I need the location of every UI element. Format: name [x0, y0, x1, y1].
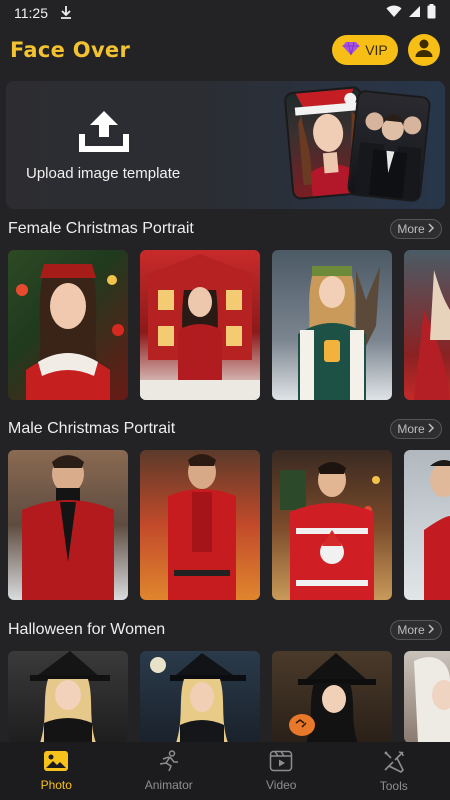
- more-button-male-christmas[interactable]: More: [390, 419, 442, 439]
- status-time: 11:25: [14, 5, 48, 21]
- chevron-right-icon: [427, 422, 435, 436]
- template-card[interactable]: [8, 651, 128, 743]
- vip-label: VIP: [365, 42, 388, 58]
- template-card[interactable]: [272, 651, 392, 743]
- template-card[interactable]: [140, 250, 260, 400]
- wifi-icon: [386, 5, 402, 21]
- battery-icon: [427, 4, 436, 22]
- runner-icon: [157, 750, 181, 775]
- nav-label: Photo: [40, 778, 72, 792]
- halloween-women-row: [8, 651, 450, 743]
- section-header-male-christmas: Male Christmas Portrait More: [8, 417, 442, 441]
- nav-tab-video[interactable]: Video: [225, 742, 338, 800]
- signal-icon: [408, 5, 421, 21]
- user-icon: [413, 37, 435, 64]
- template-card[interactable]: [140, 450, 260, 600]
- app-header: Face Over VIP: [0, 26, 450, 74]
- more-label: More: [397, 222, 425, 236]
- template-card[interactable]: [404, 250, 450, 400]
- upload-label: Upload image template: [26, 165, 181, 182]
- section-title: Male Christmas Portrait: [8, 420, 176, 437]
- image-icon: [43, 750, 69, 775]
- template-card[interactable]: [404, 450, 450, 600]
- more-button-halloween-women[interactable]: More: [390, 620, 442, 640]
- profile-button[interactable]: [408, 34, 440, 66]
- template-card[interactable]: [272, 250, 392, 400]
- section-header-halloween-women: Halloween for Women More: [8, 618, 442, 642]
- status-bar: 11:25: [0, 0, 450, 26]
- section-title: Halloween for Women: [8, 621, 166, 638]
- template-card[interactable]: [404, 651, 450, 743]
- chevron-right-icon: [427, 222, 435, 236]
- more-button-female-christmas[interactable]: More: [390, 219, 442, 239]
- nav-tab-animator[interactable]: Animator: [113, 742, 226, 800]
- template-card[interactable]: [8, 250, 128, 400]
- app-screen: 11:25 Face Over VIP Upload image templat…: [0, 0, 450, 800]
- bottom-navigation: Photo Animator Video Tools: [0, 742, 450, 800]
- nav-tab-photo[interactable]: Photo: [0, 742, 113, 800]
- banner-group-photo: [346, 89, 432, 203]
- status-icons: [386, 4, 436, 22]
- more-label: More: [397, 623, 425, 637]
- tools-icon: [382, 749, 406, 776]
- male-christmas-row: [8, 450, 450, 600]
- upload-icon: [78, 108, 130, 152]
- diamond-icon: [342, 41, 360, 59]
- download-icon: [60, 5, 72, 22]
- female-christmas-row: [8, 250, 450, 400]
- upload-template-banner[interactable]: Upload image template: [6, 81, 445, 209]
- vip-button[interactable]: VIP: [332, 35, 398, 65]
- chevron-right-icon: [427, 623, 435, 637]
- video-icon: [269, 750, 293, 775]
- nav-label: Tools: [379, 779, 408, 793]
- template-card[interactable]: [8, 450, 128, 600]
- template-card[interactable]: [140, 651, 260, 743]
- app-title: Face Over: [10, 38, 131, 62]
- section-title: Female Christmas Portrait: [8, 220, 194, 237]
- section-header-female-christmas: Female Christmas Portrait More: [8, 217, 442, 241]
- nav-label: Video: [266, 778, 297, 792]
- more-label: More: [397, 422, 425, 436]
- nav-tab-tools[interactable]: Tools: [338, 742, 450, 800]
- template-card[interactable]: [272, 450, 392, 600]
- nav-label: Animator: [144, 778, 193, 792]
